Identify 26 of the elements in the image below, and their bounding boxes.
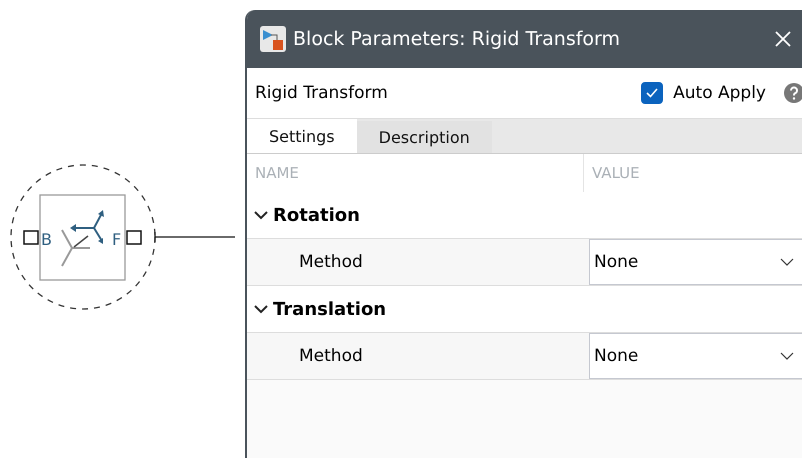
help-icon[interactable] — [784, 83, 802, 103]
port-label: B — [41, 230, 52, 249]
tab[interactable]: Description — [356, 121, 492, 153]
group-label: Translation — [273, 298, 386, 320]
chevron-icon — [780, 257, 794, 267]
method-dropdown[interactable]: None — [589, 333, 802, 379]
port[interactable] — [126, 230, 142, 245]
port[interactable] — [23, 230, 39, 245]
close-icon[interactable] — [774, 30, 792, 48]
block-icon — [259, 25, 287, 53]
block-name: Rigid Transform — [255, 83, 389, 103]
column-header: VALUE — [591, 164, 640, 182]
port-label: F — [112, 230, 122, 249]
block[interactable] — [39, 194, 126, 281]
parameter-label: Method — [299, 346, 363, 366]
checkbox-label: Auto Apply — [673, 83, 766, 103]
check-icon — [645, 86, 660, 100]
parameter-label: Method — [299, 252, 363, 272]
auto-apply-checkbox[interactable] — [641, 82, 664, 104]
frame-axes-drawing — [61, 210, 104, 267]
column-header: NAME — [254, 164, 299, 182]
tab[interactable]: Settings — [247, 119, 357, 153]
window-title: Block Parameters: Rigid Transform — [293, 28, 622, 50]
method-dropdown[interactable]: None — [589, 239, 802, 285]
chevron-icon — [780, 351, 794, 361]
group-label: Rotation — [273, 204, 360, 226]
